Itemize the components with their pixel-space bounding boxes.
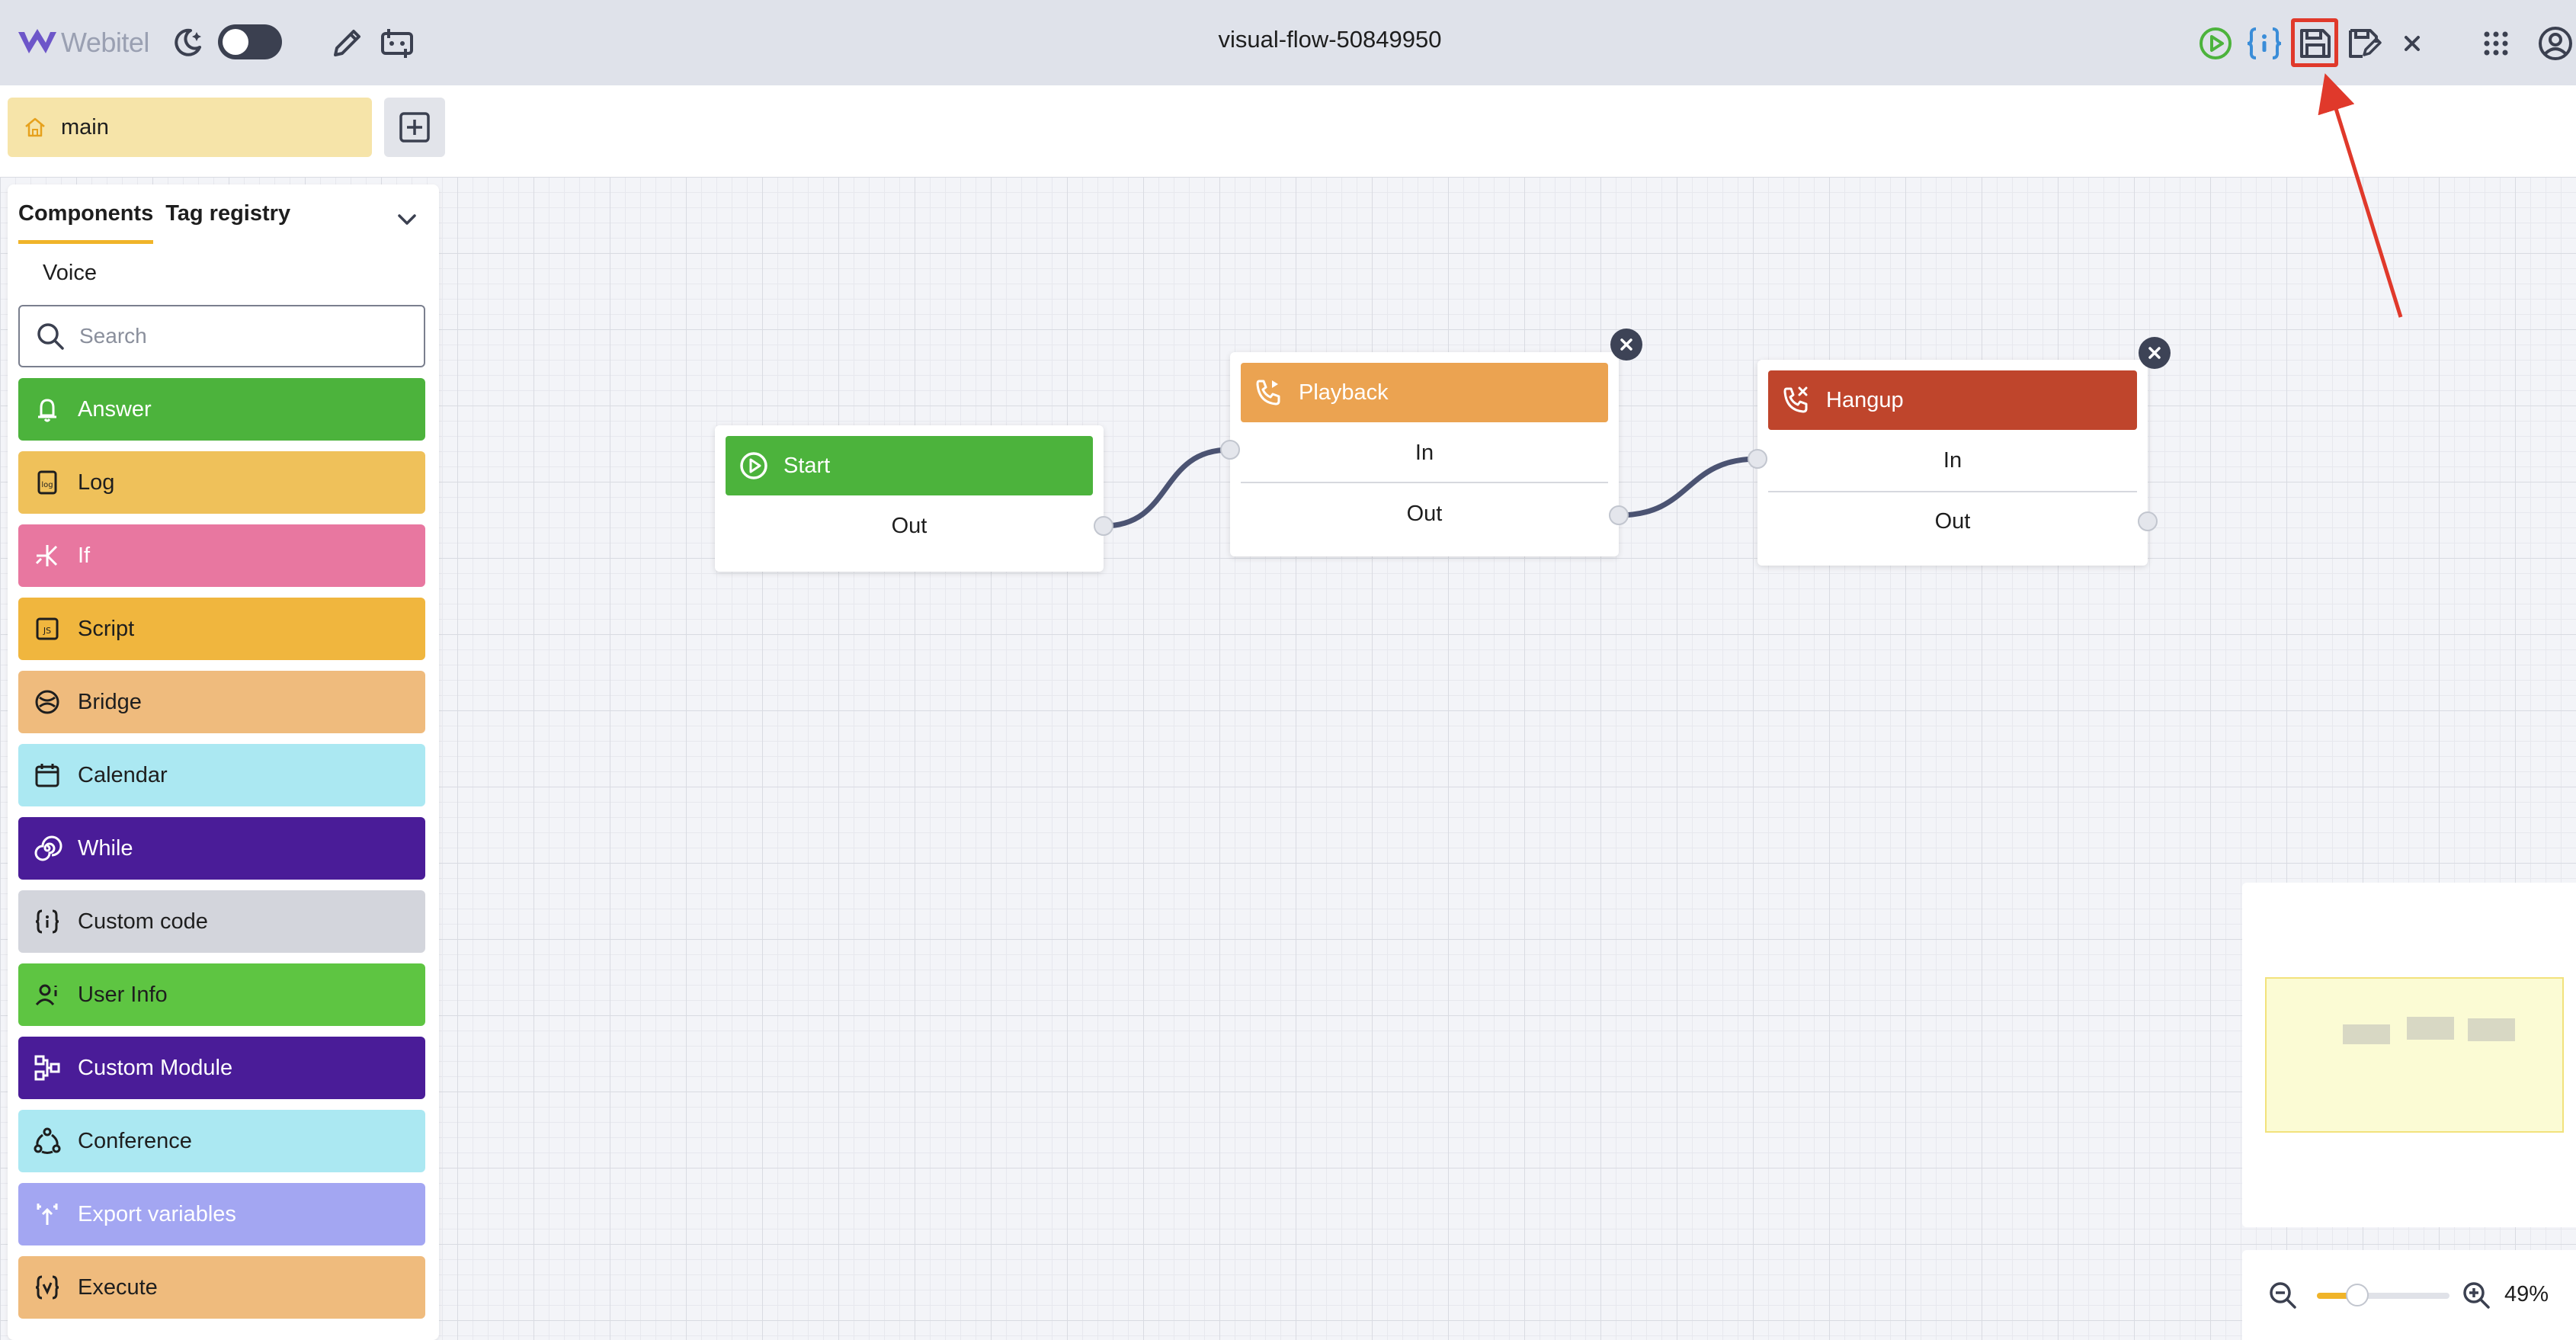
node-start-title: Start [783, 453, 831, 478]
node-hangup-title: Hangup [1826, 387, 1904, 412]
node-playback-title: Playback [1299, 380, 1389, 405]
zoom-controls: 49% [2242, 1250, 2576, 1340]
node-hangup-header: Hangup [1768, 370, 2137, 430]
component-item-if[interactable]: If [18, 524, 425, 587]
component-item-conference[interactable]: Conference [18, 1110, 425, 1172]
node-start-header: Start [726, 436, 1093, 495]
module-icon [34, 1055, 60, 1081]
minimap[interactable] [2242, 883, 2576, 1227]
search-icon [37, 323, 64, 350]
wire-start-playback [1103, 447, 1231, 529]
component-item-label: Custom code [78, 909, 208, 934]
node-start-out-label: Out [891, 514, 928, 538]
close-x-icon [1620, 338, 1632, 351]
braces-icon [35, 909, 59, 934]
component-item-label: Script [78, 616, 135, 641]
minimap-node-playback [2407, 1017, 2454, 1040]
tab-tag-registry[interactable]: Tag registry [165, 201, 290, 244]
execute-icon [35, 1275, 59, 1300]
minimap-node-start [2343, 1024, 2390, 1044]
sidebar-tabs: Components Tag registry [18, 201, 290, 244]
component-item-export-variables[interactable]: Export variables [18, 1183, 425, 1245]
section-voice-label: Voice [43, 261, 97, 285]
component-item-label: Log [78, 470, 115, 495]
chevron-down-icon[interactable] [392, 204, 422, 235]
phone-playback-icon [1256, 380, 1280, 406]
component-item-user-info[interactable]: User Info [18, 963, 425, 1026]
zoom-in-icon[interactable] [2460, 1279, 2492, 1311]
node-playback-header: Playback [1241, 363, 1608, 422]
log-icon: log [37, 470, 57, 495]
node-start-out-port[interactable] [1094, 516, 1113, 536]
conference-icon [34, 1127, 61, 1154]
tab-components[interactable]: Components [18, 201, 154, 244]
component-item-label: Custom Module [78, 1055, 233, 1080]
component-item-calendar[interactable]: Calendar [18, 744, 425, 806]
component-item-while[interactable]: While [18, 817, 425, 880]
close-x-icon [2148, 347, 2161, 359]
component-item-label: Conference [78, 1128, 192, 1153]
components-sidebar: Components Tag registry Voice Answer log L… [8, 184, 439, 1340]
node-hangup-out-port[interactable] [2138, 511, 2158, 531]
component-item-label: Execute [78, 1274, 158, 1300]
component-item-custom-module[interactable]: Custom Module [18, 1037, 425, 1099]
node-playback[interactable]: Playback In Out [1220, 329, 1642, 556]
component-item-label: While [78, 835, 133, 861]
minimap-node-hangup [2468, 1018, 2515, 1041]
component-item-custom-code[interactable]: Custom code [18, 890, 425, 953]
node-hangup-out-label: Out [1934, 509, 1971, 534]
phone-hangup-icon [1783, 386, 1808, 413]
wire-playback-hangup [1618, 456, 1758, 518]
node-hangup-delete-button[interactable] [2139, 337, 2171, 369]
component-list: Answer log Log If JS Script Bridge Calendar Whil… [18, 378, 425, 1329]
zoom-out-icon[interactable] [2267, 1279, 2299, 1311]
node-start[interactable]: Start Out [715, 425, 1113, 572]
user-info-icon [35, 984, 57, 1006]
node-playback-delete-button[interactable] [1610, 329, 1642, 361]
component-item-label: Calendar [78, 762, 168, 787]
component-search[interactable] [18, 305, 425, 367]
export-icon [37, 1204, 58, 1225]
node-playback-divider [1241, 482, 1608, 483]
component-item-answer[interactable]: Answer [18, 378, 425, 441]
component-item-label: If [78, 543, 91, 568]
search-input[interactable] [79, 324, 399, 348]
node-playback-in-port[interactable] [1220, 440, 1240, 460]
svg-text:JS: JS [43, 626, 51, 636]
bell-icon [38, 399, 56, 422]
node-hangup-in-label: In [1943, 448, 1962, 473]
node-playback-in-label: In [1415, 441, 1434, 465]
zoom-slider-handle[interactable] [2346, 1284, 2369, 1306]
js-icon: JS [36, 617, 59, 640]
calendar-icon [35, 764, 59, 787]
node-hangup[interactable]: Hangup In Out [1748, 360, 2158, 566]
component-item-bridge[interactable]: Bridge [18, 671, 425, 733]
spiral-icon [34, 835, 62, 861]
node-playback-out-label: Out [1406, 502, 1443, 526]
play-circle-icon [740, 452, 767, 479]
bridge-icon [35, 690, 59, 714]
zoom-percentage: 49% [2504, 1282, 2549, 1306]
component-item-execute[interactable]: Execute [18, 1256, 425, 1319]
component-item-script[interactable]: JS Script [18, 598, 425, 660]
component-item-label: Bridge [78, 689, 142, 714]
node-hangup-in-port[interactable] [1748, 449, 1767, 469]
component-item-label: User Info [78, 982, 168, 1007]
branch-icon [35, 545, 58, 566]
node-hangup-divider [1768, 491, 2137, 492]
component-item-label: Export variables [78, 1201, 236, 1226]
node-playback-out-port[interactable] [1609, 505, 1629, 525]
zoom-slider[interactable] [2317, 1284, 2449, 1306]
minimap-viewport[interactable] [2265, 977, 2564, 1133]
svg-text:log: log [41, 481, 53, 489]
component-item-label: Answer [78, 396, 152, 422]
component-item-log[interactable]: log Log [18, 451, 425, 514]
